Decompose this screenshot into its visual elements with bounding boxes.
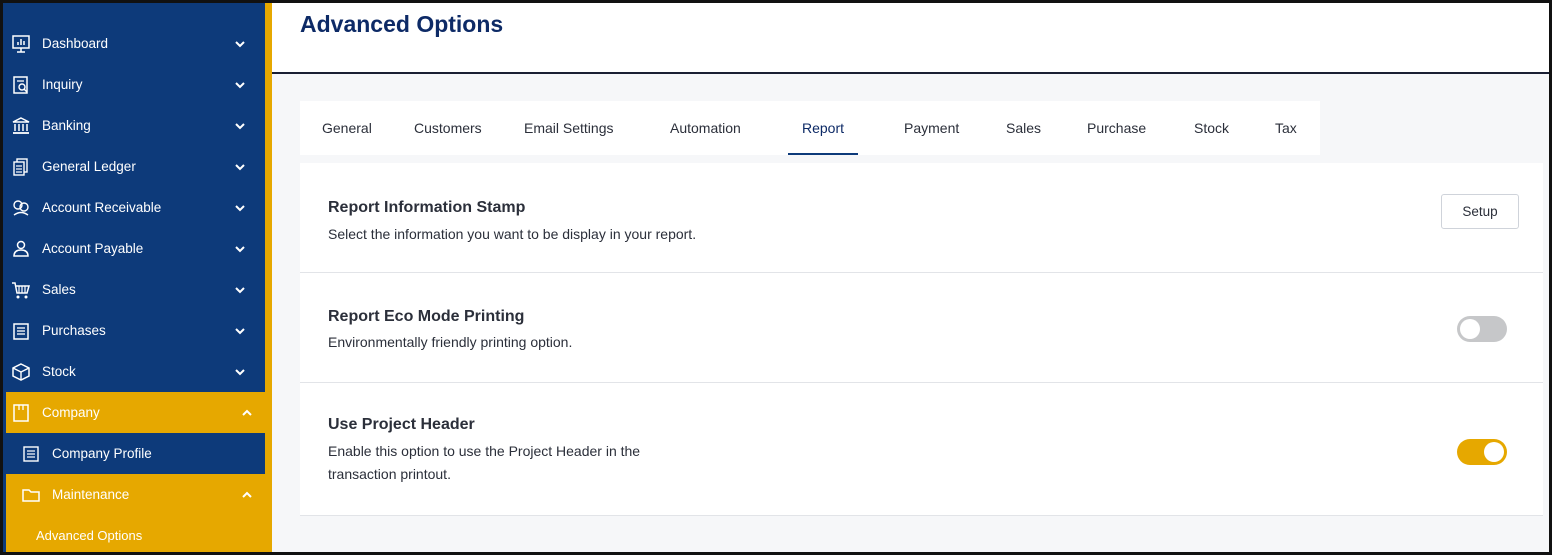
sidebar-item-label: Inquiry xyxy=(42,77,83,92)
tab-tax[interactable]: Tax xyxy=(1261,101,1311,155)
sidebar-item-banking[interactable]: Banking xyxy=(6,105,265,146)
ledger-icon xyxy=(10,156,32,178)
chevron-down-icon xyxy=(233,204,247,212)
folder-icon xyxy=(20,484,42,506)
setting-use-project-header: Use Project Header Enable this option to… xyxy=(300,383,1543,516)
setting-description: Enable this option to use the Project He… xyxy=(328,440,640,486)
setting-title: Use Project Header xyxy=(328,416,475,433)
sidebar-item-label: Stock xyxy=(42,364,76,379)
sidebar-item-label: General Ledger xyxy=(42,159,136,174)
tab-email-settings[interactable]: Email Settings xyxy=(510,101,627,155)
sidebar-item-account-receivable[interactable]: Account Receivable xyxy=(6,187,265,228)
sidebar-item-advanced-options[interactable]: Advanced Options xyxy=(6,515,272,552)
tab-general[interactable]: General xyxy=(308,101,386,155)
setting-description-line: Enable this option to use the Project He… xyxy=(328,443,641,459)
sidebar-item-label: Account Payable xyxy=(42,241,144,256)
toggle-knob xyxy=(1460,319,1480,339)
tab-customers[interactable]: Customers xyxy=(400,101,496,155)
sidebar-item-label: Account Receivable xyxy=(42,200,162,215)
chevron-down-icon xyxy=(233,286,247,294)
receivable-icon xyxy=(10,197,32,219)
user-icon xyxy=(10,238,32,260)
sidebar-item-label: Dashboard xyxy=(42,36,109,51)
tab-purchase[interactable]: Purchase xyxy=(1073,101,1160,155)
setting-report-information-stamp: Report Information Stamp Select the info… xyxy=(300,163,1543,273)
setting-title: Report Eco Mode Printing xyxy=(328,308,525,325)
inquiry-icon xyxy=(10,74,32,96)
cube-icon xyxy=(10,361,32,383)
project-header-toggle[interactable] xyxy=(1457,439,1507,465)
chevron-up-icon xyxy=(240,491,254,499)
chevron-down-icon xyxy=(233,122,247,130)
setting-report-eco-mode-printing: Report Eco Mode Printing Environmentally… xyxy=(300,273,1543,383)
chevron-down-icon xyxy=(233,368,247,376)
setting-title: Report Information Stamp xyxy=(328,199,526,216)
eco-mode-toggle[interactable] xyxy=(1457,316,1507,342)
page-header: Advanced Options xyxy=(272,3,1549,74)
tab-payment[interactable]: Payment xyxy=(890,101,973,155)
tabs-background xyxy=(1320,101,1537,155)
setup-button[interactable]: Setup xyxy=(1441,194,1519,229)
sidebar-item-account-payable[interactable]: Account Payable xyxy=(6,228,265,269)
main-content: Advanced Options General Customers Email… xyxy=(272,3,1549,552)
setting-description: Select the information you want to be di… xyxy=(328,226,697,242)
dashboard-icon xyxy=(10,33,32,55)
sidebar-item-company-profile[interactable]: Company Profile xyxy=(6,433,265,474)
tab-report[interactable]: Report xyxy=(788,101,859,155)
sidebar-item-stock[interactable]: Stock xyxy=(6,351,265,392)
company-icon xyxy=(10,402,32,424)
sidebar-item-label: Advanced Options xyxy=(36,528,143,543)
sidebar-item-label: Company Profile xyxy=(52,446,152,461)
sidebar-item-label: Maintenance xyxy=(52,487,130,502)
chevron-down-icon xyxy=(233,245,247,253)
purchases-icon xyxy=(10,320,32,342)
profile-list-icon xyxy=(20,443,42,465)
sidebar-item-label: Sales xyxy=(42,282,76,297)
toggle-knob xyxy=(1484,442,1504,462)
sidebar-item-inquiry[interactable]: Inquiry xyxy=(6,64,265,105)
sidebar-accent-strip xyxy=(265,3,272,552)
settings-tabs: General Customers Email Settings Automat… xyxy=(300,101,1320,155)
tab-sales[interactable]: Sales xyxy=(992,101,1055,155)
chevron-down-icon xyxy=(233,163,247,171)
chevron-up-icon xyxy=(240,409,254,417)
cart-icon xyxy=(10,279,32,301)
sidebar-item-label: Banking xyxy=(42,118,91,133)
chevron-down-icon xyxy=(233,81,247,89)
chevron-down-icon xyxy=(233,40,247,48)
sidebar-item-sales[interactable]: Sales xyxy=(6,269,265,310)
chevron-down-icon xyxy=(233,327,247,335)
sidebar-item-general-ledger[interactable]: General Ledger xyxy=(6,146,265,187)
page-title: Advanced Options xyxy=(300,11,504,37)
sidebar-item-label: Purchases xyxy=(42,323,106,338)
sidebar-item-dashboard[interactable]: Dashboard xyxy=(6,23,265,64)
setting-description: Environmentally friendly printing option… xyxy=(328,334,573,350)
sidebar-item-purchases[interactable]: Purchases xyxy=(6,310,265,351)
tab-automation[interactable]: Automation xyxy=(656,101,755,155)
sidebar-item-label: Company xyxy=(42,405,100,420)
bank-icon xyxy=(10,115,32,137)
sidebar-item-company[interactable]: Company xyxy=(6,392,272,433)
tab-stock[interactable]: Stock xyxy=(1180,101,1243,155)
app-window: Dashboard Inquiry Banking General Ledger… xyxy=(0,0,1552,555)
setting-description-line: transaction printout. xyxy=(328,466,451,482)
sidebar-item-maintenance[interactable]: Maintenance xyxy=(6,474,272,515)
